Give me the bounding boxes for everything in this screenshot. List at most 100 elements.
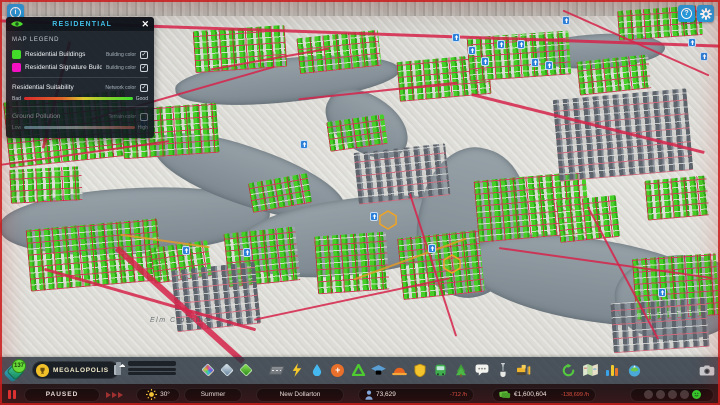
communications-icon[interactable] bbox=[474, 362, 490, 378]
unhighlighted-building-cluster bbox=[353, 143, 451, 205]
suitability-gradient-row: Bad Good bbox=[12, 94, 148, 103]
water-icon[interactable] bbox=[309, 362, 325, 378]
level-up-marker[interactable] bbox=[497, 40, 505, 49]
status-bar: PAUSED 30° Summer New Dollarton 73,629 -… bbox=[0, 384, 720, 405]
divider bbox=[12, 77, 148, 78]
transportation-icon[interactable] bbox=[433, 362, 449, 378]
pause-icon[interactable] bbox=[8, 390, 16, 399]
dim-face-icon bbox=[679, 390, 689, 399]
population-change: -712 /h bbox=[449, 391, 467, 398]
milestone-name: MEGALOPOLIS bbox=[53, 366, 109, 374]
pollution-type-label: Terrain color bbox=[108, 113, 136, 120]
close-icon[interactable]: ✕ bbox=[141, 19, 149, 29]
legend-checkbox[interactable]: ✓ bbox=[140, 50, 148, 59]
suitability-low-label: Bad bbox=[12, 95, 21, 102]
progress-group bbox=[112, 361, 176, 375]
bulldozer-icon[interactable] bbox=[515, 362, 531, 378]
level-up-marker[interactable] bbox=[562, 16, 570, 25]
selected-building-hex[interactable] bbox=[379, 210, 397, 230]
money-icon bbox=[499, 391, 511, 399]
economy-icon[interactable] bbox=[560, 362, 576, 378]
color-swatch bbox=[12, 63, 21, 72]
map-tiles-icon[interactable] bbox=[626, 362, 642, 378]
unhighlighted-building-cluster bbox=[610, 296, 710, 354]
electricity-icon[interactable] bbox=[289, 362, 305, 378]
money-change: -138,699 /h bbox=[561, 391, 589, 398]
milestone-name-pill[interactable]: MEGALOPOLIS bbox=[32, 361, 119, 379]
visibility-eye-icon[interactable] bbox=[11, 20, 23, 28]
police-icon[interactable] bbox=[412, 362, 428, 378]
population-pill[interactable]: 73,629 -712 /h bbox=[358, 387, 474, 402]
roads-icon[interactable] bbox=[268, 362, 284, 378]
photo-mode-icon[interactable] bbox=[699, 362, 715, 378]
temperature-value: 30° bbox=[160, 391, 170, 398]
simulation-state-pill[interactable]: PAUSED bbox=[24, 387, 100, 402]
panel-header: RESIDENTIAL ✕ bbox=[6, 17, 154, 32]
dim-face-icon bbox=[655, 390, 665, 399]
level-up-marker[interactable] bbox=[468, 46, 476, 55]
level-up-marker[interactable] bbox=[517, 40, 525, 49]
settings-button[interactable] bbox=[697, 5, 714, 22]
terraforming-icon[interactable] bbox=[495, 362, 511, 378]
money-pill[interactable]: €1,600,604 -138,699 /h bbox=[492, 387, 596, 402]
pollution-high-label: High bbox=[137, 124, 148, 131]
speed-arrows-icon[interactable] bbox=[106, 392, 123, 398]
level-up-marker[interactable] bbox=[370, 212, 378, 221]
residential-building-cluster bbox=[555, 194, 621, 244]
zones-icon[interactable] bbox=[200, 362, 216, 378]
pollution-low-label: Low bbox=[12, 124, 22, 131]
city-name-pill[interactable]: New Dollarton bbox=[256, 387, 344, 402]
suitability-checkbox[interactable]: ✓ bbox=[140, 83, 148, 92]
residential-building-cluster bbox=[314, 231, 390, 295]
level-up-marker[interactable] bbox=[658, 288, 666, 297]
level-up-marker[interactable] bbox=[700, 52, 708, 61]
pollution-row: Ground Pollution Terrain color bbox=[12, 110, 148, 123]
panel-title: RESIDENTIAL bbox=[52, 20, 113, 28]
residential-building-cluster bbox=[25, 218, 163, 292]
divider bbox=[12, 106, 148, 107]
money-value: €1,600,604 bbox=[514, 391, 547, 398]
legend-checkbox[interactable]: ✓ bbox=[140, 63, 148, 72]
education-icon[interactable] bbox=[371, 362, 387, 378]
sun-icon bbox=[146, 389, 158, 400]
level-up-marker[interactable] bbox=[182, 246, 190, 255]
map-legend-title: MAP LEGEND bbox=[12, 37, 60, 43]
happy-face-icon bbox=[691, 390, 701, 399]
pollution-gradient-row: Low High bbox=[12, 123, 148, 132]
level-up-marker[interactable] bbox=[428, 244, 436, 253]
level-up-marker[interactable] bbox=[481, 57, 489, 66]
landscaping-icon[interactable] bbox=[238, 362, 254, 378]
level-up-marker[interactable] bbox=[243, 248, 251, 257]
garbage-icon[interactable] bbox=[350, 362, 366, 378]
milestone-level: 137 bbox=[12, 359, 26, 373]
info-views-icon[interactable] bbox=[582, 362, 598, 378]
help-button[interactable]: ? bbox=[678, 5, 695, 22]
weather-pill[interactable]: 30° bbox=[136, 387, 180, 402]
level-up-marker[interactable] bbox=[688, 38, 696, 47]
selected-building-hex[interactable] bbox=[443, 254, 461, 274]
residential-building-cluster bbox=[9, 166, 83, 204]
parks-icon[interactable] bbox=[453, 362, 469, 378]
level-up-marker[interactable] bbox=[545, 61, 553, 70]
level-up-marker[interactable] bbox=[452, 33, 460, 42]
building-levelup-icon bbox=[112, 361, 125, 375]
legend-type-label: Building color bbox=[105, 51, 136, 58]
legend-type-label: Building color bbox=[105, 64, 136, 71]
trophy-icon bbox=[36, 363, 49, 377]
districts-icon[interactable] bbox=[219, 362, 235, 378]
residential-infoview-panel: RESIDENTIAL ✕ MAP LEGEND Residential Bui… bbox=[6, 17, 154, 138]
level-up-marker[interactable] bbox=[531, 58, 539, 67]
fire-rescue-icon[interactable] bbox=[392, 362, 408, 378]
person-icon bbox=[365, 390, 373, 400]
statistics-icon[interactable] bbox=[604, 362, 620, 378]
suitability-type-label: Network color bbox=[105, 84, 136, 91]
pollution-checkbox[interactable] bbox=[140, 112, 148, 121]
healthcare-icon[interactable]: + bbox=[330, 362, 346, 378]
main-toolbar: 137 MEGALOPOLIS + bbox=[0, 357, 720, 384]
happiness-pill[interactable] bbox=[630, 387, 714, 402]
milestone-badge[interactable]: 137 bbox=[3, 359, 30, 383]
level-up-marker[interactable] bbox=[300, 140, 308, 149]
suitability-row: Residential Suitability Network color ✓ bbox=[12, 81, 148, 94]
residential-building-cluster bbox=[644, 175, 710, 221]
season-pill[interactable]: Summer bbox=[184, 387, 242, 402]
